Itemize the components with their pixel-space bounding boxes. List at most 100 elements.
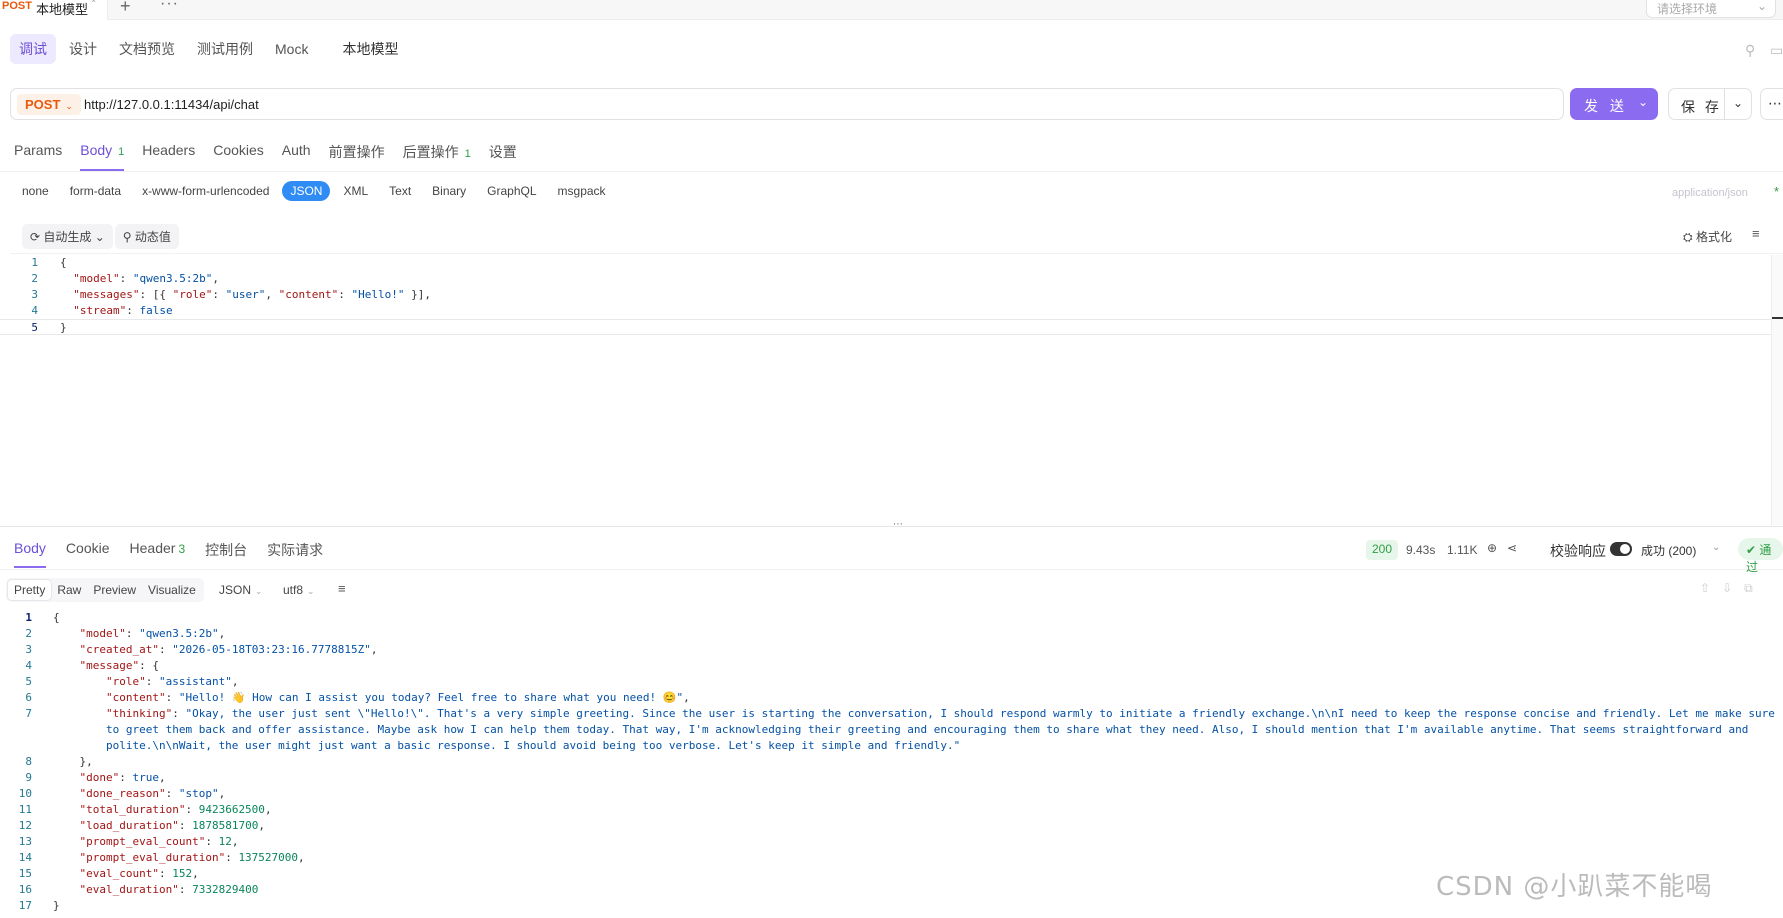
environment-select[interactable]: 请选择环境 ⌄: [1646, 0, 1776, 18]
request-tabs: Params Body 1 Headers Cookies Auth 前置操作 后…: [14, 142, 535, 171]
check-circle-icon: ✔: [1746, 543, 1760, 557]
response-tabs: Body Cookie Header 3 控制台 实际请求: [14, 540, 343, 568]
content-type-marker: *: [1774, 184, 1780, 199]
status-code-badge: 200: [1366, 540, 1399, 560]
divider: [10, 253, 1783, 254]
editor-toolbar: ⟳ 自动生成 ⌄ ⚲ 动态值: [22, 224, 181, 249]
verify-result-select[interactable]: 成功 (200): [1641, 542, 1696, 559]
body-type-form-data[interactable]: form-data: [62, 181, 129, 201]
globe-icon[interactable]: ⊕: [1487, 541, 1497, 555]
tab-params[interactable]: Params: [14, 142, 62, 171]
wrap-lines-icon[interactable]: ≡: [1752, 226, 1760, 241]
view-visualize[interactable]: Visualize: [142, 580, 202, 600]
panel-splitter[interactable]: [0, 526, 1783, 527]
save-label: 保 存: [1681, 99, 1722, 115]
code-line: 7 "thinking": "Okay, the user just sent …: [25, 707, 1775, 720]
subnav-doc-preview[interactable]: 文档预览: [110, 34, 184, 64]
body-type-msgpack[interactable]: msgpack: [550, 181, 614, 201]
send-button[interactable]: 发 送 ⌄: [1570, 88, 1658, 120]
response-tab-header[interactable]: Header 3: [130, 540, 186, 568]
response-actions: ⇧⇩⧉: [1700, 581, 1765, 596]
code-line: polite.\n\nWait, the user might just wan…: [53, 739, 961, 752]
response-view-modes: Pretty Raw Preview Visualize: [6, 578, 204, 602]
wrap-lines-icon[interactable]: ≡: [338, 581, 346, 596]
method-select[interactable]: POST ⌄: [17, 94, 81, 115]
tab-settings[interactable]: 设置: [489, 142, 517, 171]
subnav-design[interactable]: 设计: [60, 34, 106, 64]
code-line: 8 },: [25, 755, 93, 768]
tab-badge: 1: [464, 148, 471, 160]
response-time: 9.43s: [1406, 543, 1436, 557]
code-line: 13 "prompt_eval_count": 12,: [18, 835, 239, 848]
refresh-icon: ⟳: [30, 230, 44, 244]
url-input[interactable]: http://127.0.0.1:11434/api/chat: [84, 97, 259, 112]
divider: [0, 171, 1783, 172]
chevron-down-icon[interactable]: ⌄: [1638, 95, 1648, 109]
code-line: 14 "prompt_eval_duration": 137527000,: [18, 851, 305, 864]
subnav-mock[interactable]: Mock: [266, 36, 317, 62]
chevron-down-icon[interactable]: ⌄: [1733, 96, 1743, 110]
response-format-select[interactable]: JSON ⌄: [219, 583, 263, 597]
request-tab[interactable]: POST 本地模型 ˟: [0, 0, 109, 20]
format-icon: ⛭: [1683, 230, 1696, 244]
send-label: 发 送: [1584, 98, 1628, 114]
new-tab-button[interactable]: +: [120, 0, 131, 17]
api-name[interactable]: 本地模型: [333, 34, 407, 64]
chevron-down-icon: ⌄: [91, 230, 105, 244]
view-pretty[interactable]: Pretty: [8, 580, 52, 600]
response-tab-console[interactable]: 控制台: [205, 540, 247, 568]
code-line: 3 "messages": [{ "role": "user", "conten…: [31, 288, 431, 301]
body-type-graphql[interactable]: GraphQL: [479, 181, 544, 201]
tab-post-operations[interactable]: 后置操作 1: [403, 142, 471, 171]
copy-icon[interactable]: ⧉: [1744, 581, 1765, 595]
body-type-none[interactable]: none: [14, 181, 57, 201]
url-bar: POST ⌄ http://127.0.0.1:11434/api/chat: [10, 88, 1564, 120]
wand-icon: ⚲: [122, 230, 135, 244]
upload-icon[interactable]: ⇧: [1700, 581, 1722, 595]
view-raw[interactable]: Raw: [51, 580, 87, 600]
body-type-xml[interactable]: XML: [335, 181, 376, 201]
code-line: 10 "done_reason": "stop",: [18, 787, 226, 800]
view-preview[interactable]: Preview: [87, 580, 142, 600]
save-button[interactable]: 保 存 ⌄: [1668, 88, 1752, 120]
response-tab-body[interactable]: Body: [14, 540, 46, 568]
tab-cookies[interactable]: Cookies: [213, 142, 264, 171]
code-line: 4 "message": {: [25, 659, 159, 672]
verify-response-toggle[interactable]: [1610, 542, 1632, 556]
code-line: 1{: [31, 256, 67, 269]
body-type-text[interactable]: Text: [381, 181, 419, 201]
tab-body[interactable]: Body 1: [80, 142, 125, 171]
format-button[interactable]: ⛭ 格式化: [1683, 228, 1732, 245]
share-icon[interactable]: ⋖: [1507, 541, 1517, 555]
response-encoding-select[interactable]: utf8 ⌄: [283, 583, 315, 597]
response-tab-cookie[interactable]: Cookie: [66, 540, 110, 568]
api-subnav: 调试 设计 文档预览 测试用例 Mock 本地模型: [10, 34, 407, 64]
code-line: to greet them back and offer assistance.…: [53, 723, 1749, 736]
scroll-position-marker: [1772, 317, 1783, 319]
tab-badge: 3: [178, 542, 186, 556]
chevron-down-icon[interactable]: ⌄: [1712, 542, 1720, 553]
response-body-viewer[interactable]: 1{ 2 "model": "qwen3.5:2b", 3 "created_a…: [0, 610, 1783, 912]
tab-auth[interactable]: Auth: [282, 142, 311, 171]
subnav-debug[interactable]: 调试: [10, 34, 56, 64]
top-tab-bar: [0, 0, 1783, 20]
pass-badge: ✔ 通过: [1738, 538, 1783, 574]
download-icon[interactable]: ⇩: [1722, 581, 1744, 595]
body-type-urlencoded[interactable]: x-www-form-urlencoded: [134, 181, 277, 201]
chevron-down-icon: ⌄: [255, 586, 263, 596]
body-type-binary[interactable]: Binary: [424, 181, 474, 201]
dynamic-value-button[interactable]: ⚲ 动态值: [114, 224, 179, 249]
tab-headers[interactable]: Headers: [142, 142, 195, 171]
auto-generate-button[interactable]: ⟳ 自动生成 ⌄: [22, 224, 113, 249]
tab-pre-operations[interactable]: 前置操作: [329, 142, 385, 171]
response-tab-actual-request[interactable]: 实际请求: [267, 540, 323, 568]
more-options-button[interactable]: ⋯: [1760, 88, 1783, 120]
drag-handle-icon[interactable]: ⋯: [893, 519, 903, 530]
content-type-label: application/json: [1672, 187, 1748, 199]
tab-more-button[interactable]: ···: [160, 0, 179, 13]
tab-close-icon[interactable]: ˟: [92, 0, 95, 9]
subnav-test-cases[interactable]: 测试用例: [188, 34, 262, 64]
editor-scrollbar[interactable]: [1771, 255, 1783, 525]
panel-icon[interactable]: ▭: [1770, 42, 1783, 59]
body-type-json[interactable]: JSON: [282, 181, 331, 201]
